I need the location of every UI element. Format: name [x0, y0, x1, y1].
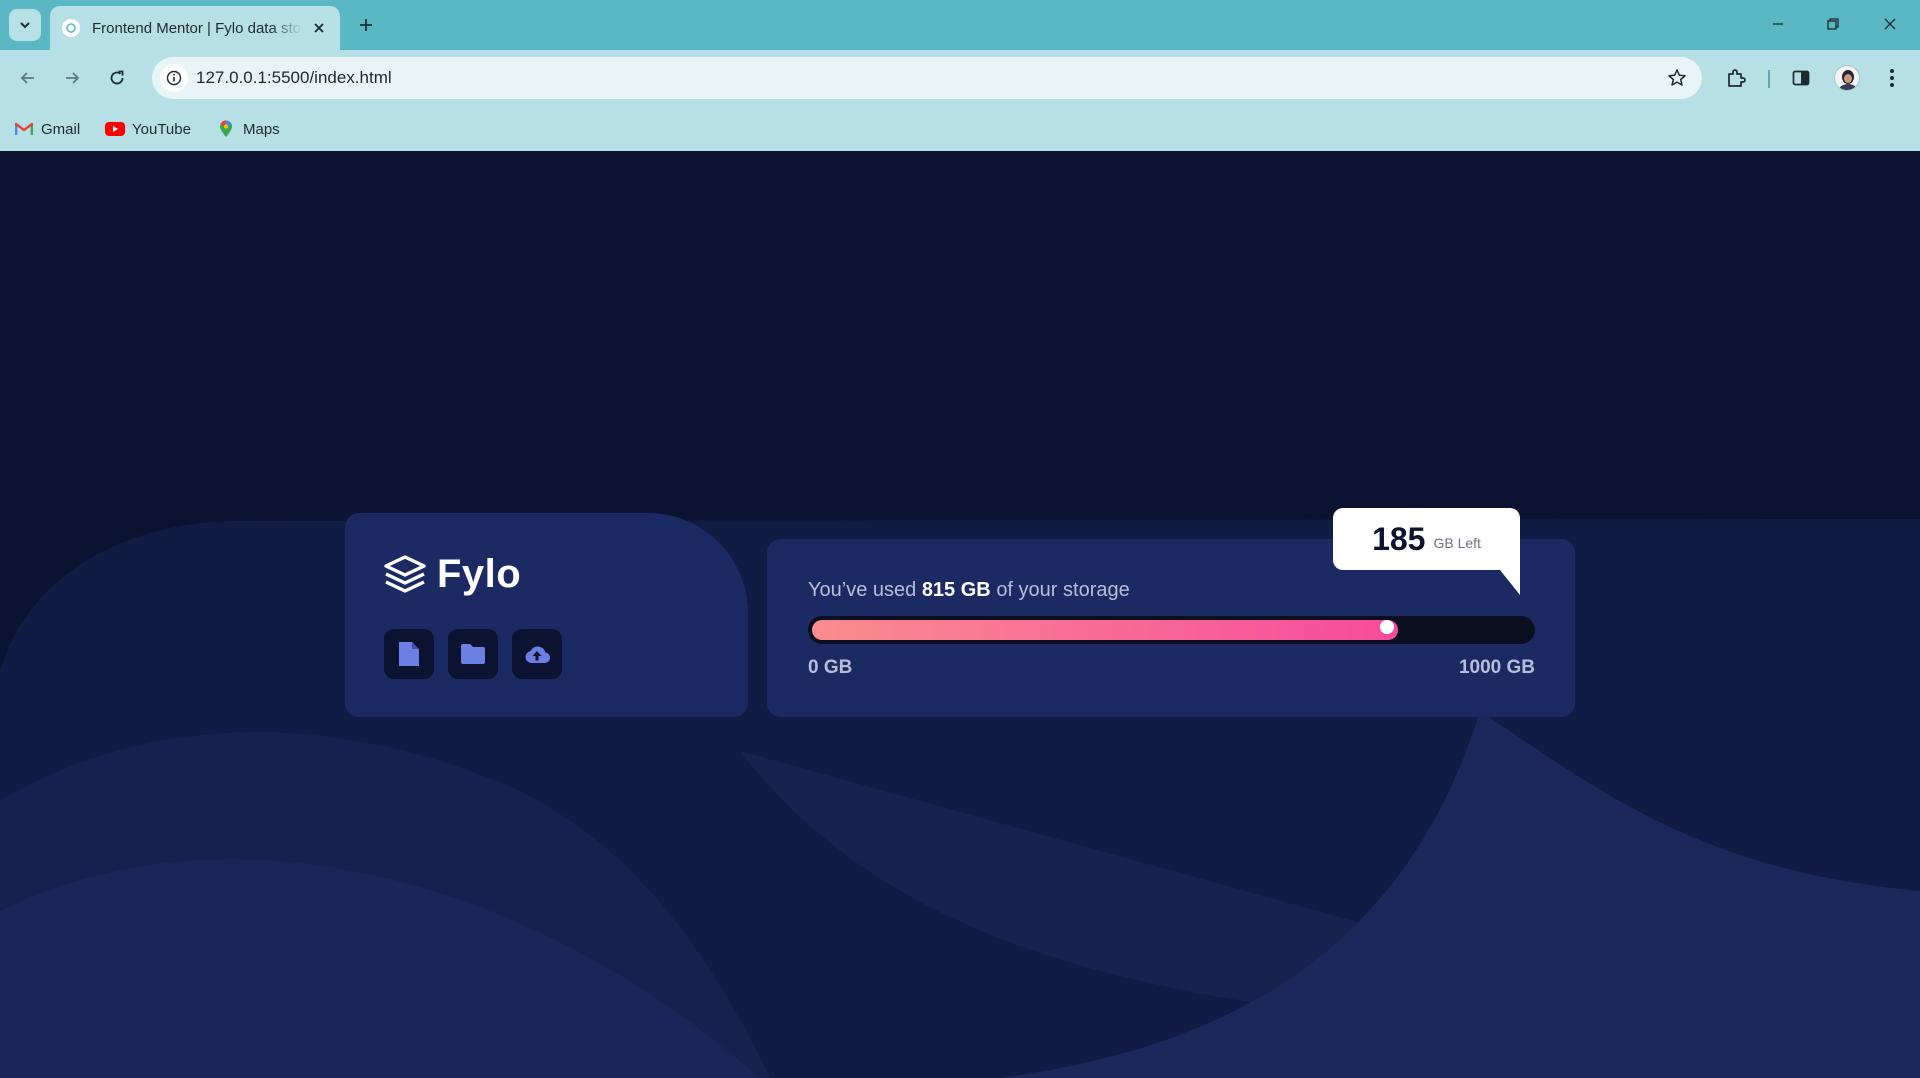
bookmark-label: YouTube [132, 120, 191, 138]
logo-text: Fylo [437, 551, 522, 596]
fylo-logo: Fylo [383, 551, 521, 597]
page-viewport: Fylo You’ve used 815 GB of your storage … [0, 151, 1920, 1078]
usage-suffix: of your storage [996, 579, 1130, 601]
bookmark-star-button[interactable] [1666, 67, 1688, 89]
documents-button[interactable] [384, 629, 434, 679]
gmail-icon [14, 121, 34, 137]
browser-toolbar: 127.0.0.1:5500/index.html [0, 50, 1920, 107]
restore-button[interactable] [1813, 8, 1853, 40]
tab-search-button[interactable] [9, 9, 41, 41]
callout-tail [1500, 570, 1520, 595]
folders-button[interactable] [448, 629, 498, 679]
upload-icon [525, 646, 550, 664]
tab-strip: Frontend Mentor | Fylo data storage comp… [0, 0, 1920, 50]
storage-progress-bar [808, 616, 1535, 644]
minimize-icon [1773, 23, 1783, 25]
arrow-left-icon [20, 72, 34, 84]
side-panel-button[interactable] [1787, 64, 1815, 92]
remaining-number: 185 [1372, 520, 1426, 557]
more-vertical-icon [1890, 69, 1894, 87]
bookmarks-bar: Gmail YouTube Maps [0, 107, 1920, 151]
side-panel-icon [1792, 70, 1810, 86]
active-tab[interactable]: Frontend Mentor | Fylo data storage comp… [50, 6, 340, 50]
usage-prefix: You’ve used [808, 579, 917, 601]
toolbar-divider [1768, 70, 1770, 88]
usage-text: You’ve used 815 GB of your storage [808, 579, 1130, 602]
fylo-nav-card: Fylo [345, 513, 748, 717]
favicon-icon [62, 19, 80, 37]
bookmark-gmail[interactable]: Gmail [14, 117, 80, 141]
chevron-down-icon [20, 22, 30, 29]
reload-icon [110, 70, 124, 85]
bookmark-youtube[interactable]: YouTube [105, 117, 191, 141]
close-icon [1884, 18, 1896, 30]
minimize-button[interactable] [1758, 8, 1798, 40]
youtube-icon [105, 121, 125, 137]
tab-title: Frontend Mentor | Fylo data storage comp… [92, 19, 302, 37]
used-amount: 815 GB [921, 579, 991, 601]
puzzle-icon [1728, 69, 1746, 87]
close-tab-button[interactable] [310, 19, 328, 37]
close-icon [314, 23, 324, 33]
arrow-right-icon [66, 72, 80, 84]
forward-button[interactable] [56, 62, 88, 94]
plus-icon [360, 19, 372, 31]
url-text: 127.0.0.1:5500/index.html [196, 68, 392, 87]
browser-menu-button[interactable] [1878, 64, 1906, 92]
star-icon [1668, 69, 1686, 86]
close-window-button[interactable] [1870, 8, 1910, 40]
bookmark-label: Maps [243, 120, 280, 138]
progress-knob [1380, 620, 1394, 634]
stacked-layers-icon [384, 555, 426, 593]
info-icon [166, 70, 182, 86]
profile-avatar[interactable] [1834, 65, 1860, 91]
storage-progress-fill [812, 620, 1398, 640]
folder-icon [461, 644, 485, 664]
address-bar[interactable]: 127.0.0.1:5500/index.html [152, 57, 1702, 99]
site-info-button[interactable] [160, 64, 188, 92]
bookmark-maps[interactable]: Maps [216, 117, 280, 141]
extensions-button[interactable] [1722, 64, 1750, 92]
upload-button[interactable] [512, 629, 562, 679]
scale-min-label: 0 GB [808, 657, 853, 678]
bookmark-label: Gmail [41, 120, 81, 138]
remaining-storage-callout: 185 GB Left [1333, 508, 1520, 570]
remaining-unit: GB Left [1433, 535, 1481, 551]
new-tab-button[interactable] [352, 11, 380, 39]
scale-max-label: 1000 GB [1458, 657, 1535, 678]
restore-icon [1827, 18, 1839, 30]
maps-icon [216, 120, 236, 137]
reload-button[interactable] [101, 62, 133, 94]
back-button[interactable] [12, 62, 44, 94]
document-icon [399, 642, 419, 666]
